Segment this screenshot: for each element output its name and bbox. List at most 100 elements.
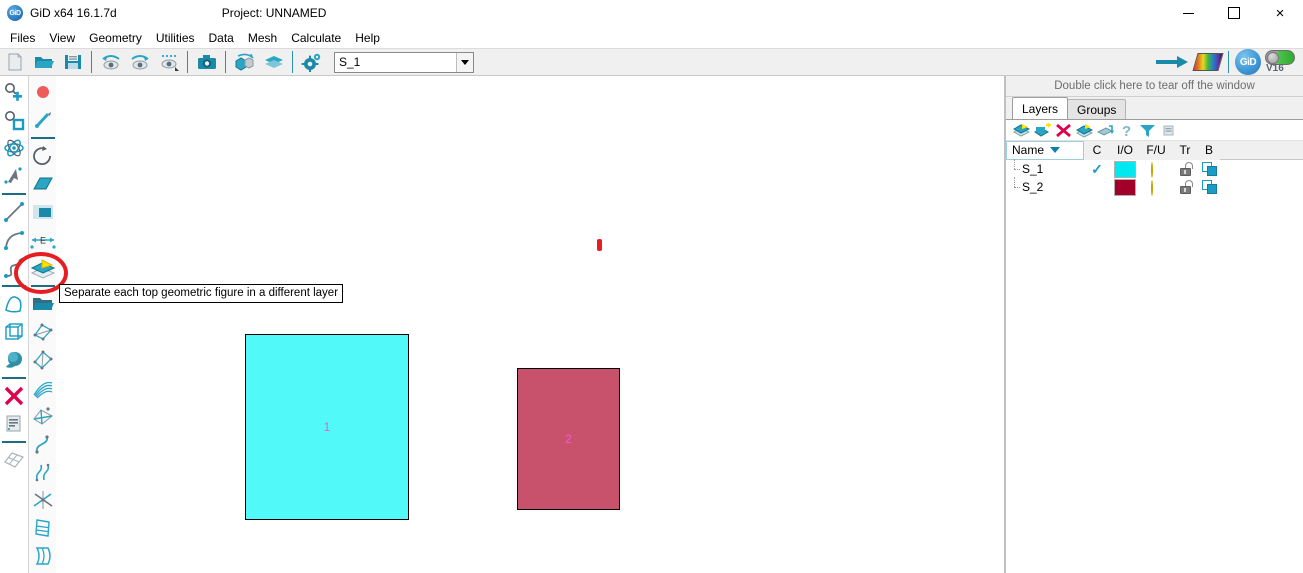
menu-item-help[interactable]: Help bbox=[348, 29, 387, 47]
layer-properties-icon[interactable] bbox=[1158, 121, 1179, 140]
layers-stack-button[interactable] bbox=[259, 49, 288, 75]
open-layer-folder-icon[interactable] bbox=[30, 290, 56, 318]
menu-item-mesh[interactable]: Mesh bbox=[241, 29, 284, 47]
surface-2-shape[interactable]: 2 bbox=[517, 368, 620, 510]
surface-parallelogram-icon[interactable] bbox=[30, 170, 56, 198]
layer-combo-dropdown-button[interactable] bbox=[456, 52, 473, 72]
toolbar-separator-3 bbox=[225, 51, 226, 73]
new-layer-plus-icon[interactable] bbox=[1032, 121, 1053, 140]
tree-branch-icon bbox=[1010, 177, 1022, 196]
layer-visibility-cell[interactable] bbox=[1140, 160, 1172, 178]
column-c-header[interactable]: C bbox=[1084, 140, 1110, 160]
layer-lock-cell[interactable] bbox=[1172, 160, 1198, 178]
tab-groups[interactable]: Groups bbox=[1067, 99, 1127, 119]
column-tr-header[interactable]: Tr bbox=[1172, 140, 1198, 160]
save-button[interactable] bbox=[58, 49, 87, 75]
arrow-right-button[interactable] bbox=[1152, 49, 1192, 75]
new-file-button[interactable] bbox=[0, 49, 29, 75]
surface-mesh-icon[interactable] bbox=[30, 318, 56, 346]
create-line-icon[interactable] bbox=[1, 198, 27, 226]
column-fu-header[interactable]: F/U bbox=[1140, 140, 1172, 160]
zoom-in-point-icon[interactable] bbox=[1, 78, 27, 106]
preferences-gear-button[interactable] bbox=[297, 49, 326, 75]
layer-name-label: S_2 bbox=[1022, 180, 1044, 194]
move-to-layer-icon[interactable] bbox=[1095, 121, 1116, 140]
toolbar-separator-2 bbox=[187, 51, 188, 73]
layer-lock-cell[interactable] bbox=[1172, 178, 1198, 196]
layer-combo-box[interactable]: S_1 bbox=[334, 51, 474, 73]
zoom-previous-view-button[interactable] bbox=[96, 49, 125, 75]
layer-current-cell[interactable] bbox=[1084, 178, 1110, 196]
surface-window-icon[interactable] bbox=[30, 198, 56, 226]
surface-1-shape[interactable]: 1 bbox=[245, 334, 409, 520]
layer-transparency-cell[interactable] bbox=[1198, 160, 1222, 178]
tab-layers[interactable]: Layers bbox=[1012, 97, 1069, 119]
column-io-header[interactable]: I/O bbox=[1110, 140, 1140, 160]
menu-item-view[interactable]: View bbox=[42, 29, 82, 47]
version-toggle-button[interactable]: V16 bbox=[1263, 48, 1297, 76]
curve-pair-icon[interactable] bbox=[30, 458, 56, 486]
create-arc-icon[interactable] bbox=[1, 226, 27, 254]
create-sphere-icon[interactable] bbox=[1, 346, 27, 374]
draw-pencil-icon[interactable] bbox=[30, 106, 56, 134]
sort-descending-icon[interactable] bbox=[1050, 147, 1061, 153]
menu-item-data[interactable]: Data bbox=[202, 29, 241, 47]
extrude-prism-icon[interactable] bbox=[30, 514, 56, 542]
zoom-frame-point-icon[interactable] bbox=[1, 106, 27, 134]
layer-color-cell[interactable] bbox=[1110, 160, 1140, 178]
delete-entity-icon[interactable] bbox=[1, 382, 27, 410]
column-name-header[interactable]: Name bbox=[1006, 140, 1084, 160]
menu-item-calculate[interactable]: Calculate bbox=[284, 29, 348, 47]
close-button[interactable]: × bbox=[1257, 0, 1303, 26]
minimize-button[interactable] bbox=[1165, 0, 1211, 26]
sweep-surface-icon[interactable] bbox=[30, 542, 56, 570]
layer-color-cell[interactable] bbox=[1110, 178, 1140, 196]
intersect-surfaces-icon[interactable] bbox=[30, 402, 56, 430]
rotate-refresh-icon[interactable] bbox=[30, 142, 56, 170]
zoom-frame-button[interactable] bbox=[154, 49, 183, 75]
layer-name-cell[interactable]: S_1 bbox=[1006, 159, 1084, 178]
point-red-icon[interactable] bbox=[30, 78, 56, 106]
layer-name-cell[interactable]: S_2 bbox=[1006, 177, 1084, 196]
list-entities-icon[interactable] bbox=[1, 410, 27, 438]
filter-funnel-icon[interactable] bbox=[1137, 121, 1158, 140]
column-b-header[interactable]: B bbox=[1198, 140, 1220, 160]
layer-help-icon[interactable]: ? bbox=[1116, 121, 1137, 140]
send-to-layer-icon[interactable] bbox=[1074, 121, 1095, 140]
menu-item-utilities[interactable]: Utilities bbox=[149, 29, 202, 47]
zoom-next-view-button[interactable] bbox=[125, 49, 154, 75]
rotate-trackball-icon[interactable] bbox=[1, 134, 27, 162]
menu-item-files[interactable]: Files bbox=[3, 29, 42, 47]
contour-lines-icon[interactable] bbox=[30, 374, 56, 402]
new-layer-icon[interactable] bbox=[1011, 121, 1032, 140]
layer-transparency-cell[interactable] bbox=[1198, 178, 1222, 196]
color-swatch bbox=[1114, 178, 1136, 196]
pick-arrow-icon[interactable] bbox=[1, 162, 27, 190]
create-volume-box-icon[interactable] bbox=[1, 318, 27, 346]
geometry-canvas[interactable]: 1 2 bbox=[58, 76, 1005, 573]
left-toolbar2-separator-2 bbox=[30, 285, 55, 287]
snapshot-camera-button[interactable] bbox=[192, 49, 221, 75]
surface-mesh2-icon[interactable] bbox=[30, 346, 56, 374]
open-folder-button[interactable] bbox=[29, 49, 58, 75]
render-cubes-button[interactable] bbox=[230, 49, 259, 75]
color-scale-rainbow-button[interactable] bbox=[1192, 49, 1224, 75]
table-row[interactable]: S_2 bbox=[1006, 177, 1303, 196]
gid-logo-button[interactable]: GiD bbox=[1233, 49, 1263, 75]
mesh-quad-icon[interactable] bbox=[1, 446, 27, 474]
delete-layer-icon[interactable] bbox=[1053, 121, 1074, 140]
maximize-button[interactable] bbox=[1211, 0, 1257, 26]
layer-visibility-cell[interactable] bbox=[1140, 178, 1172, 196]
edge-dimension-icon[interactable]: E bbox=[29, 226, 56, 254]
separate-layers-icon[interactable] bbox=[30, 254, 56, 282]
tree-branch-icon bbox=[1010, 159, 1022, 178]
check-icon: ✓ bbox=[1091, 161, 1103, 177]
tearoff-hint[interactable]: Double click here to tear off the window bbox=[1006, 76, 1303, 97]
curve-nurbs-icon[interactable] bbox=[30, 430, 56, 458]
create-nurbs-curve-icon[interactable] bbox=[1, 254, 27, 282]
create-surface-icon[interactable] bbox=[1, 290, 27, 318]
table-row[interactable]: S_1 ✓ bbox=[1006, 159, 1303, 178]
intersect-lines-icon[interactable] bbox=[30, 486, 56, 514]
layer-current-cell[interactable]: ✓ bbox=[1084, 160, 1110, 178]
menu-item-geometry[interactable]: Geometry bbox=[82, 29, 149, 47]
